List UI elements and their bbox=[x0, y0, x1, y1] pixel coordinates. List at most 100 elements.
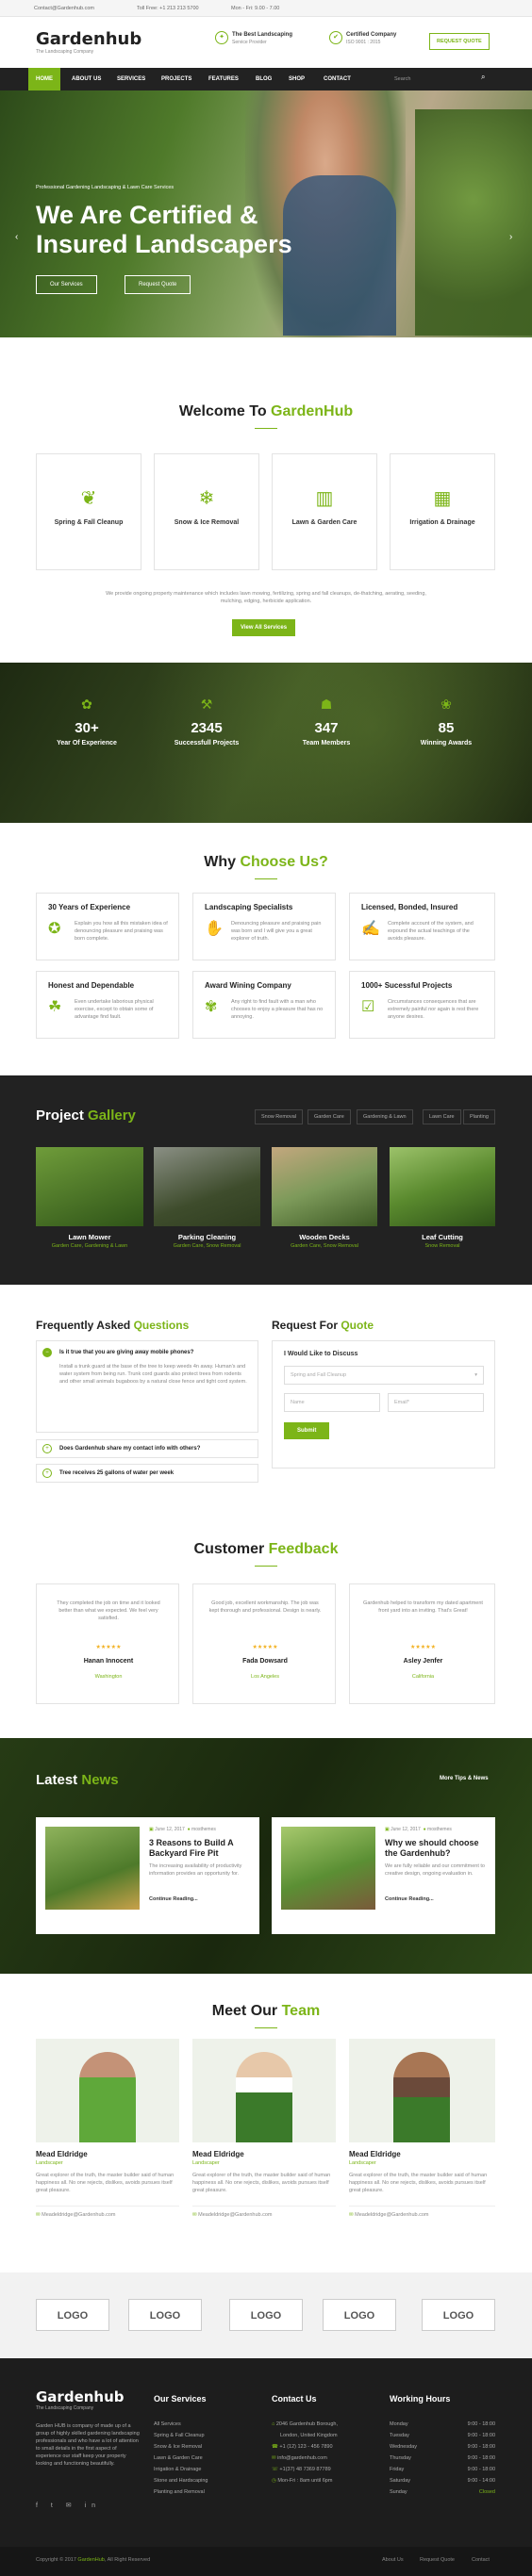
copyright-bar: Copyright © 2017 GardenHub, All Right Re… bbox=[0, 2547, 532, 2576]
news-excerpt: The increasing availability of productiv… bbox=[149, 1863, 242, 1877]
submit-button[interactable]: Submit bbox=[284, 1422, 330, 1439]
faq-item[interactable]: + Tree receives 25 gallons of water per … bbox=[36, 1464, 258, 1483]
service-card-cleanup[interactable]: ❦ Spring & Fall Cleanup bbox=[36, 453, 141, 570]
news-card[interactable]: ▣ June 12, 2017 ● mosthemes Why we shoul… bbox=[272, 1817, 495, 1934]
request-quote-button[interactable]: REQUEST QUOTE bbox=[429, 33, 490, 50]
news-excerpt: We are fully reliable and our commitment… bbox=[385, 1863, 485, 1877]
news-image[interactable] bbox=[45, 1827, 140, 1910]
service-select[interactable]: Spring and Fall Cleanup ▾ bbox=[284, 1366, 484, 1385]
top-bar: Contact@Gardenhub.com Toll Free: +1 213 … bbox=[0, 0, 532, 17]
gallery-image-leaf[interactable] bbox=[390, 1147, 495, 1226]
continue-reading-link[interactable]: Continue Reading... bbox=[385, 1896, 434, 1902]
footer-hours-title: Working Hours bbox=[390, 2394, 451, 2404]
user-icon: ● bbox=[423, 1827, 426, 1832]
our-services-button[interactable]: Our Services bbox=[36, 275, 97, 294]
stat-number: 2345 bbox=[191, 720, 223, 736]
client-logo[interactable]: LOGO bbox=[422, 2299, 495, 2331]
user-icon: ● bbox=[187, 1827, 191, 1832]
handshake-icon: ☘ bbox=[48, 999, 62, 1015]
client-logo[interactable]: LOGO bbox=[323, 2299, 396, 2331]
thumbs-up-icon: ✦ bbox=[215, 31, 228, 44]
gallery-image-lawn-mower[interactable] bbox=[36, 1147, 143, 1226]
medal-icon: ✪ bbox=[48, 921, 61, 937]
service-label: Irrigation & Drainage bbox=[409, 519, 475, 526]
nav-services[interactable]: SERVICES bbox=[117, 68, 145, 90]
news-title: Latest News bbox=[36, 1772, 119, 1788]
nav-contact[interactable]: CONTACT bbox=[324, 68, 351, 90]
mail-icon: ✉ bbox=[192, 2212, 197, 2218]
client-logo[interactable]: LOGO bbox=[128, 2299, 202, 2331]
footer-link-contact[interactable]: Contact bbox=[472, 2557, 490, 2563]
gallery-tab[interactable]: Snow Removal bbox=[255, 1109, 303, 1124]
team-role: Landscaper bbox=[36, 2160, 63, 2166]
stat-item: ☗ 347 Team Members bbox=[279, 697, 374, 747]
plus-icon: + bbox=[42, 1444, 52, 1453]
footer-link-about[interactable]: About Us bbox=[382, 2557, 404, 2563]
gallery-tab[interactable]: Gardening & Lawn bbox=[357, 1109, 413, 1124]
continue-reading-link[interactable]: Continue Reading... bbox=[149, 1896, 198, 1902]
email-input[interactable]: Email* bbox=[388, 1393, 484, 1412]
news-headline[interactable]: Why we should choose the Gardenhub? bbox=[385, 1838, 487, 1859]
team-photo[interactable] bbox=[36, 2039, 179, 2142]
faq-item[interactable]: + Does Gardenhub share my contact info w… bbox=[36, 1439, 258, 1458]
nav-blog[interactable]: BLOG bbox=[256, 68, 272, 90]
gallery-image-decks[interactable] bbox=[272, 1147, 377, 1226]
footer-link-quote[interactable]: Request Quote bbox=[420, 2557, 455, 2563]
search-icon[interactable]: ⌕ bbox=[481, 73, 485, 82]
logo[interactable]: Gardenhub The Landscaping Company bbox=[36, 29, 141, 55]
news-headline[interactable]: 3 Reasons to Build A Backyard Fire Pit bbox=[149, 1838, 251, 1859]
shovel-icon: ⚒ bbox=[200, 697, 213, 712]
gallery-tab[interactable]: Planting bbox=[463, 1109, 495, 1124]
request-quote-hero-button[interactable]: Request Quote bbox=[125, 275, 191, 294]
news-card[interactable]: ▣ June 12, 2017 ● mosthemes 3 Reasons to… bbox=[36, 1817, 259, 1934]
topbar-email[interactable]: Contact@Gardenhub.com bbox=[34, 6, 94, 11]
minus-icon: − bbox=[42, 1348, 52, 1357]
stat-label: Winning Awards bbox=[420, 740, 473, 747]
nav-home[interactable]: HOME bbox=[28, 68, 60, 90]
award-ribbon-icon: ✾ bbox=[205, 999, 218, 1015]
name-input[interactable]: Name bbox=[284, 1393, 380, 1412]
hero-image-plants bbox=[415, 109, 532, 336]
quote-title: Request For Quote bbox=[272, 1319, 374, 1332]
location-icon: ⌂ bbox=[272, 2421, 275, 2427]
topbar-hours: Mon - Fri: 9.00 - 7.00 bbox=[231, 6, 280, 11]
view-all-services-button[interactable]: View All Services bbox=[232, 619, 296, 636]
news-image[interactable] bbox=[281, 1827, 375, 1910]
site-header: Gardenhub The Landscaping Company ✦ The … bbox=[0, 17, 532, 68]
news-section: Latest News More Tips & News ▣ June 12, … bbox=[0, 1738, 532, 1974]
gallery-caption: Parking Cleaning bbox=[177, 1233, 237, 1241]
nav-features[interactable]: FEATURES bbox=[208, 68, 239, 90]
topbar-phone[interactable]: Toll Free: +1 213 213 5700 bbox=[137, 6, 199, 11]
gallery-tab[interactable]: Lawn Care bbox=[423, 1109, 461, 1124]
team-photo[interactable] bbox=[192, 2039, 336, 2142]
slider-prev-icon[interactable]: ‹ bbox=[15, 232, 18, 242]
footer: Gardenhub The Landscaping Company Garden… bbox=[0, 2358, 532, 2547]
footer-services-title: Our Services bbox=[154, 2394, 207, 2404]
client-logo[interactable]: LOGO bbox=[36, 2299, 109, 2331]
faq-question: Does Gardenhub share my contact info wit… bbox=[59, 1446, 201, 1452]
stat-number: 30+ bbox=[75, 720, 99, 736]
nav-about[interactable]: ABOUT US bbox=[72, 68, 101, 90]
search-input[interactable]: Search bbox=[394, 74, 489, 85]
faq-item-open[interactable]: − Is it true that you are giving away mo… bbox=[36, 1340, 258, 1433]
footer-logo[interactable]: Gardenhub The Landscaping Company bbox=[36, 2388, 125, 2411]
footer-contact-list: ⌂ 2046 Gardenhub Borough, London, United… bbox=[272, 2421, 338, 2484]
fence-icon: ▥ bbox=[315, 488, 334, 509]
gallery-image-parking[interactable] bbox=[154, 1147, 260, 1226]
service-card-irrigation[interactable]: ▦ Irrigation & Drainage bbox=[390, 453, 495, 570]
service-card-snow[interactable]: ❄ Snow & Ice Removal bbox=[154, 453, 259, 570]
gloves-icon: ✋ bbox=[205, 921, 224, 937]
stats-section: ✿ 30+ Year Of Experience ⚒ 2345 Successf… bbox=[0, 663, 532, 823]
slider-next-icon[interactable]: › bbox=[509, 232, 512, 242]
gallery-tab[interactable]: Garden Care bbox=[308, 1109, 351, 1124]
team-photo[interactable] bbox=[349, 2039, 495, 2142]
stat-item: ⚒ 2345 Successfull Projects bbox=[159, 697, 254, 747]
social-icons[interactable]: f t ✉ in bbox=[36, 2502, 101, 2509]
service-card-lawn[interactable]: ▥ Lawn & Garden Care bbox=[272, 453, 377, 570]
more-news-link[interactable]: More Tips & News bbox=[440, 1776, 489, 1781]
stat-label: Year Of Experience bbox=[57, 740, 117, 747]
nav-projects[interactable]: PROJECTS bbox=[161, 68, 191, 90]
client-logo[interactable]: LOGO bbox=[229, 2299, 303, 2331]
nav-shop[interactable]: SHOP bbox=[289, 68, 305, 90]
faq-title: Frequently Asked Questions bbox=[36, 1319, 190, 1332]
